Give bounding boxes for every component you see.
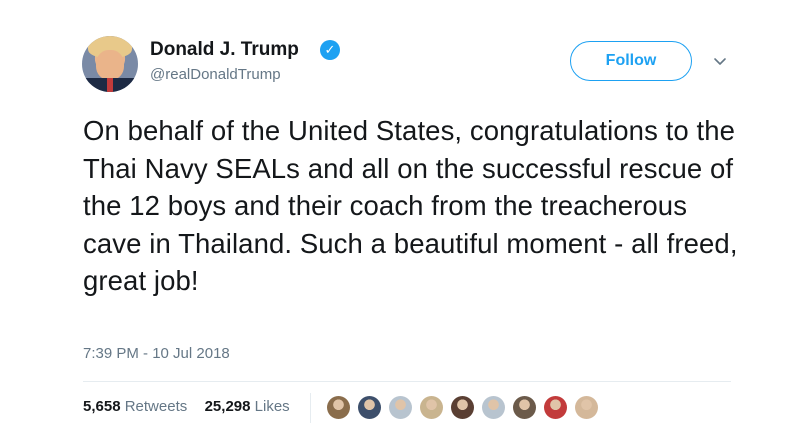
liker-avatar-image — [544, 396, 567, 419]
liker-avatar[interactable] — [542, 394, 569, 421]
likes-count: 25,298 — [204, 398, 251, 415]
liker-avatar[interactable] — [573, 394, 600, 421]
liker-avatar-image — [420, 396, 443, 419]
liker-avatar-image — [482, 396, 505, 419]
tweet-stats: 5,658 Retweets 25,298 Likes — [83, 398, 290, 415]
retweets-stat[interactable]: 5,658 Retweets — [83, 398, 191, 415]
likes-stat[interactable]: 25,298 Likes — [205, 398, 290, 415]
chevron-down-icon[interactable] — [712, 53, 728, 69]
author-avatar[interactable] — [82, 36, 138, 92]
author-handle[interactable]: @realDonaldTrump — [150, 66, 281, 83]
liker-avatar-image — [327, 396, 350, 419]
liker-avatar[interactable] — [325, 394, 352, 421]
liker-avatar-image — [575, 396, 598, 419]
follow-button[interactable]: Follow — [570, 41, 692, 81]
author-name[interactable]: Donald J. Trump — [150, 39, 299, 61]
liker-avatar-image — [358, 396, 381, 419]
retweets-count: 5,658 — [83, 398, 121, 415]
liker-avatar[interactable] — [449, 394, 476, 421]
liker-avatar[interactable] — [356, 394, 383, 421]
likes-label: Likes — [254, 398, 290, 415]
avatar-face — [96, 50, 124, 80]
liker-avatar[interactable] — [511, 394, 538, 421]
liker-avatar-image — [389, 396, 412, 419]
liker-avatar-image — [513, 396, 536, 419]
retweets-label: Retweets — [124, 398, 188, 415]
avatar-tie — [107, 78, 113, 92]
verified-badge-icon: ✓ — [320, 40, 340, 60]
liker-avatar[interactable] — [480, 394, 507, 421]
tweet-text: On behalf of the United States, congratu… — [83, 115, 738, 296]
liker-avatar[interactable] — [418, 394, 445, 421]
tweet-card: Donald J. Trump ✓ @realDonaldTrump Follo… — [0, 0, 810, 438]
stats-divider — [310, 393, 311, 423]
liker-avatar[interactable] — [387, 394, 414, 421]
tweet-timestamp[interactable]: 7:39 PM - 10 Jul 2018 — [83, 345, 230, 362]
divider — [83, 381, 731, 382]
liker-avatar-image — [451, 396, 474, 419]
